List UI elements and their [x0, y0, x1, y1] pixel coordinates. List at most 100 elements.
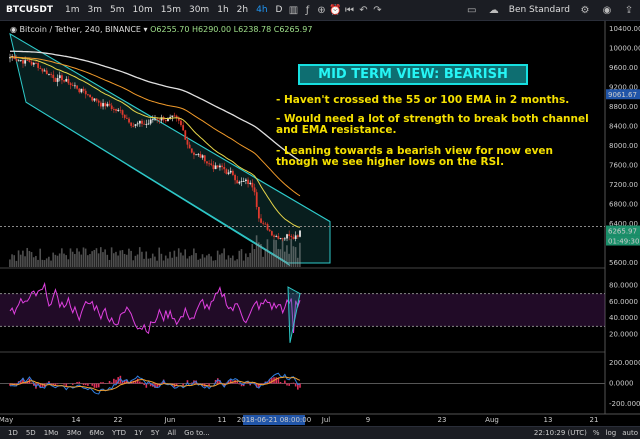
- candle-body: [193, 153, 195, 155]
- timeframe-4h[interactable]: 4h: [252, 5, 271, 15]
- timeframe-5m[interactable]: 5m: [106, 5, 129, 15]
- volume-bar: [111, 247, 113, 267]
- price-tick-label: 8000.00: [609, 142, 638, 150]
- volume-bar: [104, 249, 106, 267]
- timeframe-2h[interactable]: 2h: [233, 5, 252, 15]
- volume-bar: [182, 255, 184, 267]
- symbol-field[interactable]: BTCUSDT: [0, 5, 61, 15]
- replay-icon[interactable]: ⏮: [342, 5, 356, 16]
- cloud-icon[interactable]: ☁: [487, 5, 501, 16]
- volume-bar: [210, 256, 212, 267]
- timeframe-10m[interactable]: 10m: [129, 5, 157, 15]
- window-icon[interactable]: ▭: [465, 5, 479, 16]
- candle-body: [271, 231, 273, 235]
- compare-icon[interactable]: ⊕: [314, 5, 328, 16]
- range-1y[interactable]: 1Y: [130, 429, 147, 437]
- macd-hist-bar: [94, 384, 96, 388]
- candle-body: [158, 120, 160, 121]
- volume-bar: [100, 247, 102, 267]
- macd-hist-bar: [288, 384, 290, 386]
- candle-style-icon[interactable]: ▥: [286, 5, 300, 16]
- volume-bar: [161, 254, 163, 267]
- rsi-tick-label: 20.0000: [609, 331, 638, 339]
- volume-bar: [158, 248, 160, 267]
- macd-hist-bar: [91, 384, 93, 386]
- candle-body: [96, 99, 98, 101]
- candle-body: [115, 109, 117, 111]
- range-5d[interactable]: 5D: [22, 429, 40, 437]
- candle-body: [70, 83, 72, 85]
- price-tick-label: 8400.00: [609, 123, 638, 131]
- time-tick-label: 9: [366, 416, 370, 424]
- range-1mo[interactable]: 1Mo: [40, 429, 63, 437]
- range-ytd[interactable]: YTD: [108, 429, 130, 437]
- volume-bar: [37, 260, 39, 267]
- candle-body: [89, 95, 91, 97]
- volume-bar: [128, 249, 130, 267]
- candle-body: [74, 85, 76, 86]
- camera-icon[interactable]: ◉: [600, 5, 614, 16]
- range-3mo[interactable]: 3Mo: [62, 429, 85, 437]
- candle-body: [273, 235, 275, 236]
- chart-legend: ◉ Bitcoin / Tether, 240, BINANCE ▾ O6255…: [10, 25, 312, 34]
- volume-bar: [126, 255, 128, 267]
- range-1d[interactable]: 1D: [4, 429, 22, 437]
- candle-body: [37, 63, 39, 68]
- timeframe-15m[interactable]: 15m: [157, 5, 185, 15]
- legend-collapse-icon[interactable]: ◉: [10, 25, 17, 34]
- volume-bar: [247, 257, 249, 267]
- volume-bar: [68, 259, 70, 267]
- candle-body: [83, 89, 85, 91]
- volume-bar: [288, 254, 290, 267]
- macd-hist-bar: [96, 384, 98, 388]
- range-5y[interactable]: 5Y: [147, 429, 164, 437]
- user-name[interactable]: Ben Standard: [509, 5, 570, 15]
- volume-bar: [217, 251, 219, 267]
- candle-body: [55, 78, 57, 82]
- volume-bar: [236, 259, 238, 267]
- settings-icon[interactable]: ⚙: [578, 5, 592, 16]
- candle-body: [208, 163, 210, 164]
- alert-icon[interactable]: ⏰: [328, 5, 342, 16]
- percent-toggle[interactable]: %: [593, 429, 600, 437]
- range-all[interactable]: All: [163, 429, 180, 437]
- indicators-icon[interactable]: ƒ: [300, 5, 314, 16]
- macd-hist-bar: [85, 384, 87, 386]
- volume-bar: [239, 251, 241, 267]
- candle-body: [215, 165, 217, 169]
- timeframe-1m[interactable]: 1m: [61, 5, 84, 15]
- candle-body: [197, 154, 199, 155]
- candle-body: [35, 63, 37, 64]
- volume-bar: [293, 246, 295, 267]
- timeframe-1h[interactable]: 1h: [213, 5, 232, 15]
- timeframe-D[interactable]: D: [272, 5, 287, 15]
- legend-menu-icon[interactable]: ▾: [144, 25, 148, 34]
- publish-icon[interactable]: ⇪: [622, 5, 636, 16]
- range-goto[interactable]: Go to...: [180, 429, 214, 437]
- timeframe-3m[interactable]: 3m: [84, 5, 107, 15]
- candle-body: [18, 60, 20, 61]
- volume-bar: [169, 252, 171, 267]
- log-toggle[interactable]: log: [606, 429, 617, 437]
- candle-body: [219, 166, 221, 168]
- candle-body: [184, 130, 186, 139]
- timeframe-30m[interactable]: 30m: [185, 5, 213, 15]
- volume-bar: [262, 257, 264, 267]
- volume-bar: [135, 256, 137, 267]
- volume-bar: [165, 256, 167, 267]
- redo-icon[interactable]: ↷: [370, 5, 384, 16]
- volume-bar: [78, 252, 80, 267]
- volume-bar: [132, 260, 134, 267]
- time-tick-label: 13: [544, 416, 553, 424]
- candle-body: [167, 119, 169, 121]
- range-6mo[interactable]: 6Mo: [85, 429, 108, 437]
- price-tick-label: 6800.00: [609, 201, 638, 209]
- volume-bar: [273, 239, 275, 267]
- macd-hist-bar: [137, 379, 139, 384]
- undo-icon[interactable]: ↶: [356, 5, 370, 16]
- auto-toggle[interactable]: auto: [622, 429, 638, 437]
- candle-body: [247, 180, 249, 184]
- macd-hist-bar: [291, 383, 293, 384]
- candle-body: [195, 154, 197, 155]
- candle-body: [280, 238, 282, 239]
